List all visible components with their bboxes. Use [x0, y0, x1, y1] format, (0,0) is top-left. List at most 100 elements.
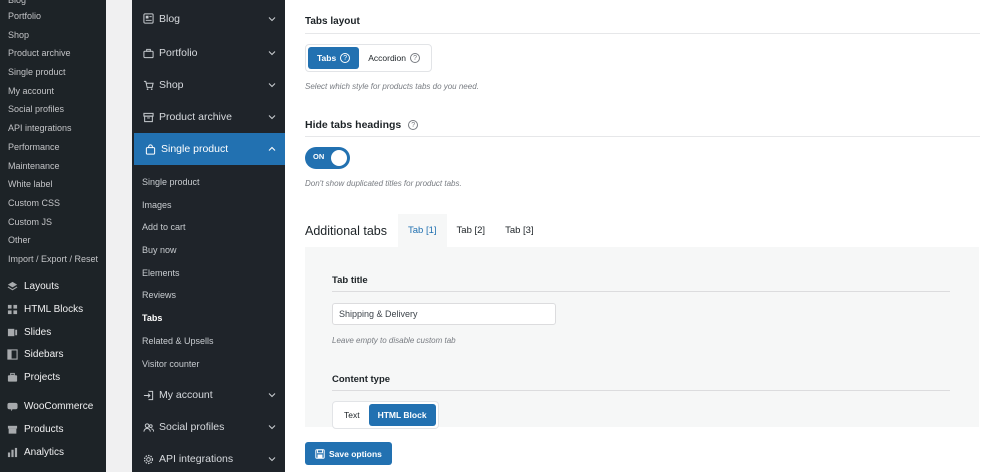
wp-menu-label: WooCommerce: [24, 401, 94, 413]
nav-item-portfolio[interactable]: Portfolio: [132, 37, 285, 69]
hide-headings-hint: Don't show duplicated titles for product…: [305, 179, 462, 188]
wp-submenu-item-api-integrations[interactable]: API integrations: [0, 119, 106, 138]
options-navigation: Blog Portfolio Shop Product archive Sing…: [132, 0, 285, 472]
nav-subitem-add-to-cart[interactable]: Add to cart: [132, 216, 285, 239]
blog-icon: [142, 13, 154, 25]
archive-icon: [142, 111, 154, 123]
save-label: Save options: [329, 448, 382, 459]
nav-item-api-integrations[interactable]: API integrations: [132, 443, 285, 472]
hide-headings-toggle[interactable]: ON: [305, 147, 350, 169]
wp-submenu-item-white-label[interactable]: White label: [0, 175, 106, 194]
tabs-layout-hint: Select which style for products tabs do …: [305, 82, 479, 91]
wp-submenu-item-custom-js[interactable]: Custom JS: [0, 213, 106, 232]
nav-item-blog[interactable]: Blog: [132, 0, 285, 37]
wp-submenu-item-performance[interactable]: Performance: [0, 138, 106, 157]
wp-submenu-item-portfolio[interactable]: Portfolio: [0, 7, 106, 26]
gear-icon: [142, 453, 154, 465]
content-type-label: Content type: [332, 374, 391, 385]
slides-icon: [6, 326, 18, 338]
tabs-layout-title: Tabs layout: [305, 16, 360, 27]
chevron-down-icon: [268, 457, 276, 462]
cart-icon: [142, 79, 154, 91]
chevron-down-icon: [268, 83, 276, 88]
login-icon: [142, 389, 154, 401]
wp-submenu-item-single-product[interactable]: Single product: [0, 63, 106, 82]
help-icon[interactable]: ?: [410, 53, 421, 63]
nav-item-social-profiles[interactable]: Social profiles: [132, 411, 285, 443]
tabs-layout-option-accordion[interactable]: Accordion ?: [359, 47, 429, 69]
wp-menu-label: HTML Blocks: [24, 304, 84, 316]
tab-3[interactable]: Tab [3]: [495, 214, 544, 247]
nav-item-label: Single product: [161, 143, 229, 155]
wp-menu-woocommerce[interactable]: WooCommerce: [0, 396, 106, 419]
wp-submenu-item-social-profiles[interactable]: Social profiles: [0, 100, 106, 119]
layers-icon: [6, 281, 18, 293]
wp-submenu-item-my-account[interactable]: My account: [0, 82, 106, 101]
bag-icon: [144, 143, 156, 155]
save-icon: [315, 448, 325, 459]
nav-subitem-images[interactable]: Images: [132, 194, 285, 217]
wp-menu-html-blocks[interactable]: HTML Blocks: [0, 298, 106, 321]
wp-menu-projects[interactable]: Projects: [0, 366, 106, 389]
nav-subitem-related-upsells[interactable]: Related & Upsells: [132, 330, 285, 353]
tab-1[interactable]: Tab [1]: [398, 214, 447, 247]
content-type-selector: Text HTML Block: [332, 401, 439, 429]
options-content: Tabs layout Tabs ? Accordion ? Select wh…: [285, 0, 1000, 472]
chevron-down-icon: [268, 16, 276, 21]
portfolio-icon: [142, 47, 154, 59]
nav-item-label: API integrations: [159, 453, 234, 466]
woo-icon: [6, 401, 18, 413]
save-options-button[interactable]: Save options: [305, 442, 392, 465]
divider: [305, 33, 980, 34]
nav-item-product-archive[interactable]: Product archive: [132, 101, 285, 133]
wp-menu-analytics[interactable]: Analytics: [0, 441, 106, 464]
hide-headings-label: Hide tabs headings: [305, 119, 402, 131]
nav-subitem-buy-now[interactable]: Buy now: [132, 239, 285, 262]
wp-submenu-item-product-archive[interactable]: Product archive: [0, 44, 106, 63]
wp-menu-sidebars[interactable]: Sidebars: [0, 343, 106, 366]
nav-subitem-visitor-counter[interactable]: Visitor counter: [132, 353, 285, 376]
nav-item-my-account[interactable]: My account: [132, 379, 285, 411]
chevron-down-icon: [268, 115, 276, 120]
wp-menu-products[interactable]: Products: [0, 418, 106, 441]
toggle-knob: [331, 150, 347, 166]
wp-submenu-item-custom-css[interactable]: Custom CSS: [0, 194, 106, 213]
wp-menu-label: Analytics: [24, 446, 65, 458]
users-icon: [142, 421, 154, 433]
tab-title-label: Tab title: [332, 275, 368, 286]
briefcase-icon: [6, 371, 18, 383]
nav-item-shop[interactable]: Shop: [132, 69, 285, 101]
grid-icon: [6, 304, 18, 316]
nav-item-label: Social profiles: [159, 421, 225, 434]
tabs-layout-option-tabs[interactable]: Tabs ?: [308, 47, 360, 69]
wp-submenu-item-import-export[interactable]: Import / Export / Reset: [0, 250, 106, 269]
chevron-down-icon: [268, 425, 276, 430]
toggle-label: ON: [313, 152, 325, 161]
wp-submenu: Blog Portfolio Shop Product archive Sing…: [0, 0, 106, 269]
chevron-up-icon: [268, 146, 276, 151]
divider: [332, 291, 950, 292]
tab-title-hint: Leave empty to disable custom tab: [332, 336, 456, 345]
content-type-option-html-block[interactable]: HTML Block: [368, 404, 436, 426]
wp-submenu-item-blog[interactable]: Blog: [0, 0, 106, 7]
nav-item-label: My account: [159, 389, 213, 402]
wp-menu-slides[interactable]: Slides: [0, 321, 106, 344]
tab-title-input[interactable]: Shipping & Delivery: [332, 303, 556, 325]
hide-headings-title: Hide tabs headings ?: [305, 119, 419, 131]
nav-item-single-product[interactable]: Single product: [134, 133, 285, 165]
nav-subitem-tabs[interactable]: Tabs: [132, 307, 285, 330]
help-icon[interactable]: ?: [340, 53, 351, 63]
wp-menu-label: Layouts: [24, 281, 60, 293]
nav-subitem-reviews[interactable]: Reviews: [132, 284, 285, 307]
nav-subitem-elements[interactable]: Elements: [132, 262, 285, 285]
tab-2[interactable]: Tab [2]: [447, 214, 496, 247]
help-icon[interactable]: ?: [408, 120, 419, 131]
bar-chart-icon: [6, 446, 18, 458]
wp-menu-label: Projects: [24, 371, 61, 383]
nav-subitem-single-product[interactable]: Single product: [132, 171, 285, 194]
wp-submenu-item-maintenance[interactable]: Maintenance: [0, 157, 106, 176]
wp-submenu-item-other[interactable]: Other: [0, 231, 106, 250]
content-type-option-text[interactable]: Text: [335, 404, 369, 426]
wp-menu-layouts[interactable]: Layouts: [0, 276, 106, 299]
wp-submenu-item-shop[interactable]: Shop: [0, 26, 106, 45]
